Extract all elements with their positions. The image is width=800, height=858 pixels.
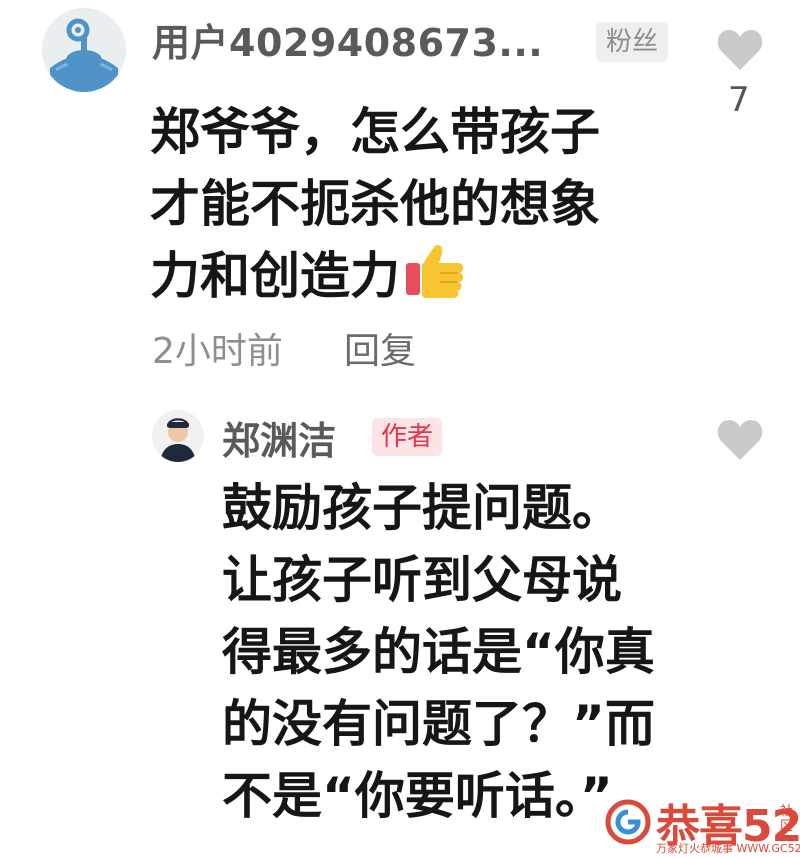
fan-badge: 粉丝 [596,22,669,62]
author-badge: 作者 [372,418,443,456]
reply-line: 鼓励孩子提问题。 [222,479,622,537]
comment-line-with-emoji: 力和创造力 [150,240,670,318]
author-username[interactable]: 郑渊洁 [222,410,336,465]
watermark-side-text: 社区 [780,804,794,834]
watermark-subtext: 万家灯火恭城事 WWW.GC520.CN [656,842,800,855]
reply-text: 鼓励孩子提问题。 让孩子听到父母说 得最多的话是“你真 的没有问题了？”而 不是… [222,472,722,832]
avatar[interactable] [42,8,126,92]
watermark-logo-icon [604,798,652,846]
reply-button[interactable]: 回复 [344,322,416,374]
reply-line: 得最多的话是“你真 [222,623,655,681]
cartoon-alien-avatar [42,8,126,92]
comment-line: 力和创造力 [150,247,400,305]
heart-icon[interactable] [716,28,764,72]
site-watermark: 恭喜520 万家灯火恭城事 WWW.GC520.CN 社区 [604,784,800,858]
reply-line: 让孩子听到父母说 [222,551,622,609]
comment-text: 郑爷爷，怎么带孩子 才能不扼杀他的想象 力和创造力 [150,96,670,318]
thumbs-up-emoji-icon [404,241,466,318]
reply-line: 的没有问题了？”而 [222,695,655,753]
person-avatar [152,410,204,462]
username[interactable]: 用户4029408673... [152,12,543,67]
heart-icon[interactable] [716,418,764,462]
comment-line: 郑爷爷，怎么带孩子 [150,103,600,161]
author-avatar[interactable] [152,410,204,462]
timestamp: 2小时前 [152,331,283,372]
like-count: 7 [728,80,750,120]
comment-line: 才能不扼杀他的想象 [150,175,600,233]
